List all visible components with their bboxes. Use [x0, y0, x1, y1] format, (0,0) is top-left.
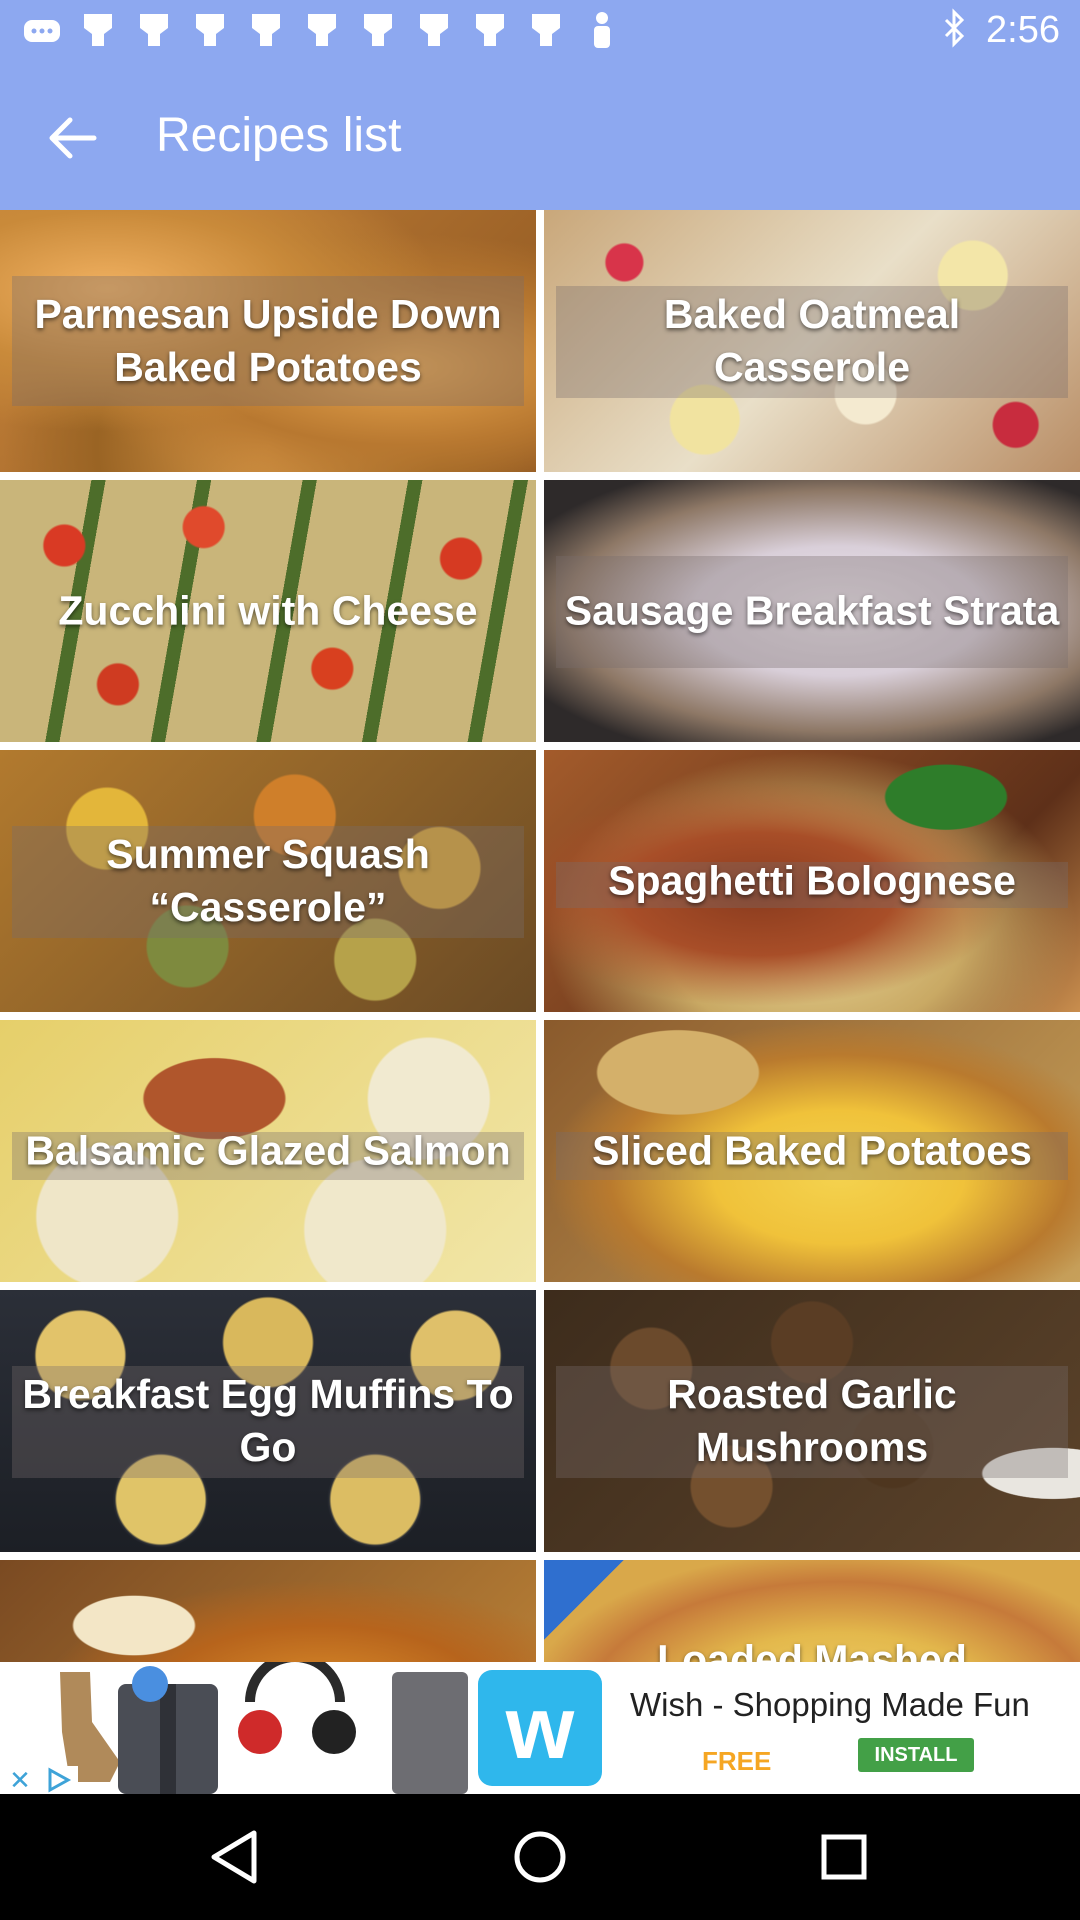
recipe-grid: Parmesan Upside Down Baked Potatoes Bake… — [0, 210, 1080, 1662]
notification-icon — [246, 10, 286, 50]
adchoices-icon[interactable] — [40, 1766, 78, 1794]
status-notification-icons — [22, 10, 622, 50]
app-bar: Recipes list — [0, 62, 1080, 210]
recipe-tile[interactable]: Parmesan Upside Down Baked Potatoes — [0, 210, 536, 472]
back-button[interactable] — [32, 100, 112, 180]
recipe-title: Sliced Baked Potatoes — [592, 1127, 1032, 1174]
recipe-tile[interactable]: Loaded Mashed — [544, 1560, 1080, 1662]
notification-icon — [78, 10, 118, 50]
home-circle-icon — [500, 1831, 580, 1901]
status-bar: 2:56 — [0, 0, 1080, 62]
recipe-title: Zucchini with Cheese — [58, 587, 478, 634]
notification-icon — [134, 10, 174, 50]
page-title: Recipes list — [156, 109, 402, 162]
recipe-title: Spaghetti Bolognese — [608, 857, 1016, 904]
recipe-tile[interactable]: Baked Oatmeal Casserole — [544, 210, 1080, 472]
navigation-bar — [0, 1794, 1080, 1920]
recents-square-icon — [804, 1834, 884, 1901]
status-time: 2:56 — [986, 9, 1060, 51]
ad-banner[interactable]: ✕ w Wish - Shopping Made Fun FREE INSTAL… — [0, 1662, 1080, 1794]
back-triangle-icon — [196, 1830, 276, 1901]
recipe-tile[interactable]: Sausage Breakfast Strata — [544, 480, 1080, 742]
ad-price-label: FREE — [702, 1746, 772, 1776]
recipe-title: Sausage Breakfast Strata — [564, 587, 1060, 634]
recipe-tile[interactable]: Zucchini with Cheese — [0, 480, 536, 742]
bluetooth-icon — [940, 8, 968, 53]
status-right: 2:56 — [940, 8, 1060, 53]
nav-back-button[interactable] — [196, 1817, 276, 1897]
recipe-tile[interactable]: Summer Squash “Casserole” — [0, 750, 536, 1012]
person-icon — [582, 10, 622, 50]
recipe-title: Breakfast Egg Muffins To Go — [22, 1371, 514, 1470]
notification-icon — [358, 10, 398, 50]
notification-icon — [190, 10, 230, 50]
recipe-title: Loaded Mashed — [657, 1636, 967, 1663]
recipe-photo — [0, 1560, 536, 1662]
notification-icon — [414, 10, 454, 50]
recipe-title: Parmesan Upside Down Baked Potatoes — [34, 291, 502, 390]
recipe-tile[interactable]: Breakfast Egg Muffins To Go — [0, 1290, 536, 1552]
ad-close-icon[interactable]: ✕ — [2, 1766, 38, 1794]
recipe-title: Roasted Garlic Mushrooms — [667, 1371, 957, 1470]
notification-icon — [302, 10, 342, 50]
install-button[interactable]: INSTALL — [858, 1738, 974, 1772]
message-icon — [22, 10, 62, 50]
notification-icon — [470, 10, 510, 50]
recipe-tile[interactable]: Roasted Garlic Mushrooms — [544, 1290, 1080, 1552]
recipe-tile[interactable]: Spaghetti Bolognese — [544, 750, 1080, 1012]
recipe-title: Baked Oatmeal Casserole — [663, 291, 961, 390]
ad-title: Wish - Shopping Made Fun — [630, 1686, 1030, 1723]
notification-icon — [526, 10, 566, 50]
wish-logo: w — [478, 1670, 602, 1786]
recipe-tile[interactable]: Balsamic Glazed Salmon — [0, 1020, 536, 1282]
recipe-tile[interactable]: Sliced Baked Potatoes — [544, 1020, 1080, 1282]
recipe-title: Balsamic Glazed Salmon — [25, 1127, 511, 1174]
arrow-left-icon — [44, 110, 100, 171]
nav-home-button[interactable] — [500, 1817, 580, 1897]
recipe-title: Summer Squash “Casserole” — [106, 831, 430, 930]
recipe-tile[interactable] — [0, 1560, 536, 1662]
nav-recents-button[interactable] — [804, 1817, 884, 1897]
